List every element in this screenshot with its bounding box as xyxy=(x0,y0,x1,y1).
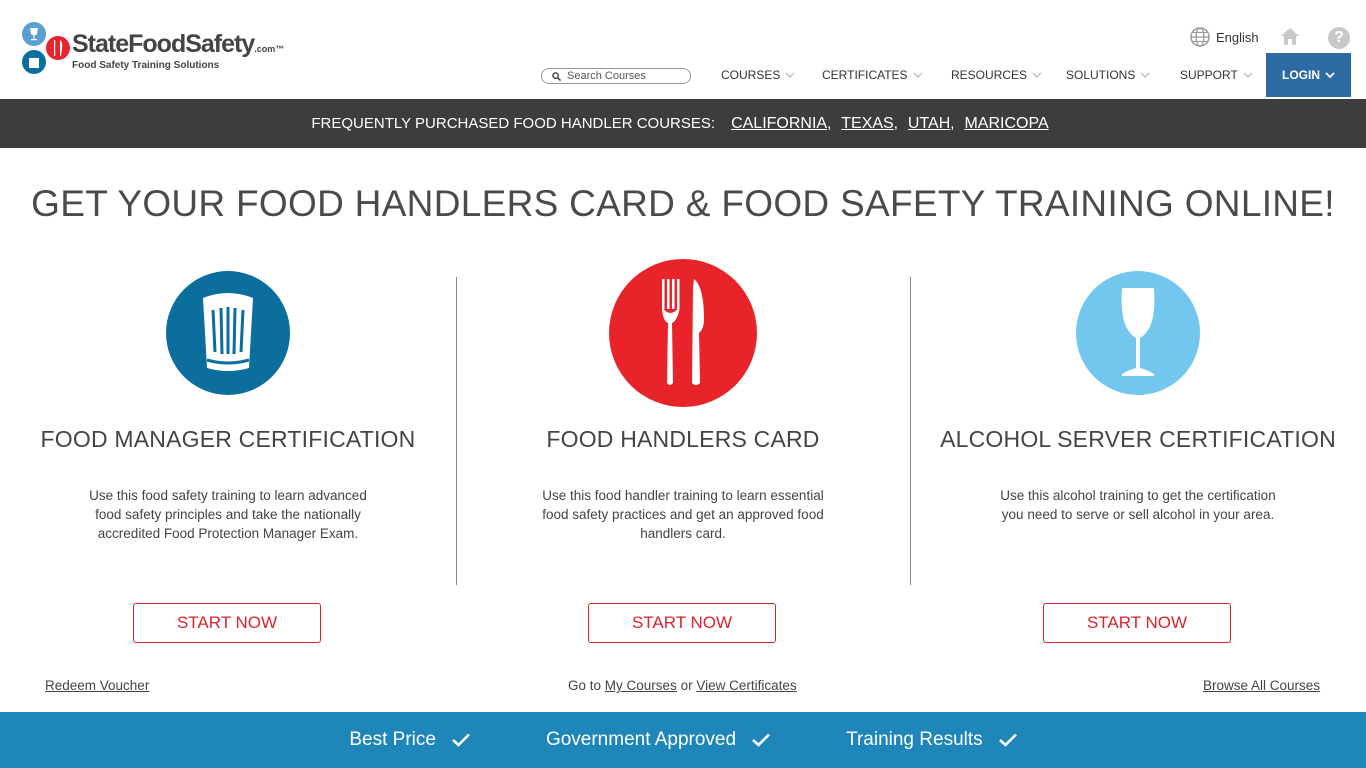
language-selector[interactable]: English xyxy=(1190,27,1259,47)
browse-all-wrap: Browse All Courses xyxy=(1203,678,1320,693)
banner-link-maricopa[interactable]: MARICOPA xyxy=(964,115,1048,133)
chevron-down-icon xyxy=(785,72,795,78)
chevron-down-icon xyxy=(913,72,923,78)
view-certificates-link[interactable]: View Certificates xyxy=(696,678,796,693)
nav-support-label: SUPPORT xyxy=(1180,68,1238,82)
banner-link-texas[interactable]: TEXAS xyxy=(841,115,893,133)
nav-support[interactable]: SUPPORT xyxy=(1180,68,1253,82)
chef-hat-icon xyxy=(166,271,290,395)
chevron-down-icon xyxy=(1243,72,1253,78)
separator-comma: , xyxy=(950,115,955,132)
home-icon[interactable] xyxy=(1280,27,1300,47)
language-label: English xyxy=(1216,29,1259,45)
banner-link-california[interactable]: CALIFORNIA xyxy=(731,115,827,133)
value-prop-item: Best Price xyxy=(349,729,470,751)
checkmark-icon xyxy=(752,733,770,747)
course-card-food-manager: FOOD MANAGER CERTIFICATION Use this food… xyxy=(8,258,448,643)
nav-resources[interactable]: RESOURCES xyxy=(951,68,1066,82)
go-to-text: Go to xyxy=(568,678,602,693)
value-prop-label: Training Results xyxy=(846,729,983,750)
start-now-button[interactable]: START NOW xyxy=(588,603,776,643)
course-title: FOOD HANDLERS CARD xyxy=(546,426,820,452)
redeem-voucher-wrap: Redeem Voucher xyxy=(45,678,149,693)
course-title: FOOD MANAGER CERTIFICATION xyxy=(40,426,416,452)
site-logo[interactable]: StateFoodSafety.com™ Food Safety Trainin… xyxy=(16,20,284,80)
nav-certificates[interactable]: CERTIFICATES xyxy=(822,68,951,82)
nav-resources-label: RESOURCES xyxy=(951,68,1028,82)
help-icon[interactable]: ? xyxy=(1328,27,1350,49)
separator-comma: , xyxy=(827,115,832,132)
column-divider xyxy=(910,277,911,585)
course-description: Use this alcohol training to get the cer… xyxy=(1000,488,1276,522)
main-nav: COURSES CERTIFICATES RESOURCES SOLUTIONS… xyxy=(721,68,1253,82)
or-text: or xyxy=(680,678,693,693)
browse-all-courses-link[interactable]: Browse All Courses xyxy=(1203,678,1320,693)
value-prop-item: Training Results xyxy=(846,729,1017,751)
nav-courses-label: COURSES xyxy=(721,68,781,82)
value-prop-label: Best Price xyxy=(349,729,436,750)
fork-knife-icon xyxy=(609,259,757,407)
account-links: Go to My Courses or View Certificates xyxy=(568,678,797,693)
checkmark-icon xyxy=(998,733,1017,747)
nav-solutions-label: SOLUTIONS xyxy=(1066,68,1136,82)
value-prop-label: Government Approved xyxy=(545,729,737,750)
banner-label: FREQUENTLY PURCHASED FOOD HANDLER COURSE… xyxy=(311,115,716,132)
logo-icons xyxy=(22,22,70,74)
search-icon xyxy=(552,71,561,81)
login-button[interactable]: LOGIN xyxy=(1266,53,1351,97)
redeem-voucher-link[interactable]: Redeem Voucher xyxy=(45,678,149,693)
nav-certificates-label: CERTIFICATES xyxy=(822,68,908,82)
popular-courses-banner: FREQUENTLY PURCHASED FOOD HANDLER COURSE… xyxy=(0,99,1366,148)
search-box[interactable] xyxy=(541,68,691,84)
chevron-down-icon xyxy=(1140,72,1150,78)
logo-tagline: Food Safety Training Solutions xyxy=(72,60,220,71)
separator-comma: , xyxy=(893,115,898,132)
column-divider xyxy=(456,277,457,585)
start-now-button[interactable]: START NOW xyxy=(133,603,321,643)
search-input[interactable] xyxy=(567,70,687,82)
banner-link-utah[interactable]: UTAH xyxy=(908,115,950,133)
logo-wordmark: StateFoodSafety.com™ xyxy=(72,30,285,58)
site-header: StateFoodSafety.com™ Food Safety Trainin… xyxy=(0,0,1366,98)
wine-glass-icon xyxy=(1076,271,1200,395)
globe-icon xyxy=(1190,27,1210,47)
nav-solutions[interactable]: SOLUTIONS xyxy=(1066,68,1180,82)
value-props-bar: Best Price Government Approved Training … xyxy=(0,712,1366,768)
value-prop-item: Government Approved xyxy=(546,729,770,751)
chevron-down-icon xyxy=(1032,72,1042,78)
my-courses-link[interactable]: My Courses xyxy=(605,678,677,693)
page-headline: GET YOUR FOOD HANDLERS CARD & FOOD SAFET… xyxy=(31,183,1335,224)
chevron-down-icon xyxy=(1325,72,1335,78)
course-card-alcohol-server: ALCOHOL SERVER CERTIFICATION Use this al… xyxy=(918,258,1358,643)
checkmark-icon xyxy=(452,733,470,747)
course-description: Use this food safety training to learn a… xyxy=(89,488,367,541)
course-description: Use this food handler training to learn … xyxy=(542,488,824,541)
nav-courses[interactable]: COURSES xyxy=(721,68,822,82)
start-now-button[interactable]: START NOW xyxy=(1043,603,1231,643)
login-label: LOGIN xyxy=(1282,68,1320,82)
course-card-food-handlers: FOOD HANDLERS CARD Use this food handler… xyxy=(463,258,903,643)
course-title: ALCOHOL SERVER CERTIFICATION xyxy=(940,426,1336,452)
